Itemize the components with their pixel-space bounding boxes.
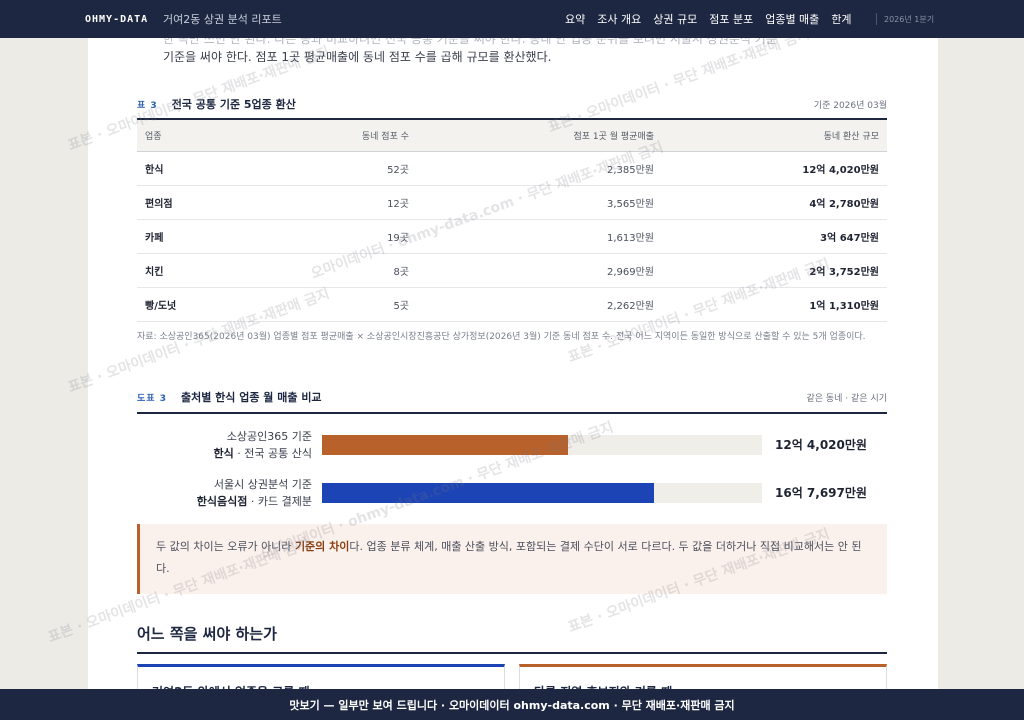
column-header-store-count: 동네 점포 수 <box>267 119 417 152</box>
bar-label: 소상공인365 기준 한식 · 전국 공통 산식 <box>214 428 312 462</box>
figure-3-title: 출처별 한식 업종 월 매출 비교 <box>180 391 322 404</box>
cell-store-count: 5곳 <box>267 287 417 322</box>
bar-track <box>322 483 762 503</box>
table-row: 빵/도넛 5곳 2,262만원 1억 1,310만원 <box>137 287 887 322</box>
cell-industry: 빵/도넛 <box>137 287 267 322</box>
cell-avg-sales: 3,565만원 <box>417 185 662 220</box>
cell-industry: 카페 <box>137 219 267 254</box>
table-3-title: 전국 공통 기준 5업종 환산 <box>171 98 296 111</box>
table-row: 카페 19곳 1,613만원 3억 647만원 <box>137 219 887 254</box>
cell-store-count: 8곳 <box>267 253 417 288</box>
cell-avg-sales: 2,969만원 <box>417 253 662 288</box>
bar-value-label: 12억 4,020만원 <box>775 438 867 452</box>
callout-emphasis: 기준의 차이 <box>294 540 350 553</box>
section-heading: 어느 쪽을 써야 하는가 <box>137 625 277 643</box>
cell-industry: 치킨 <box>137 253 267 288</box>
nav-divider <box>876 13 877 25</box>
bar-source-label: 서울시 상권분석 기준 <box>213 478 312 491</box>
scenario-card-within-dong[interactable]: 거여2동 안에서 업종을 고를 때 <box>137 664 505 689</box>
report-page: 한 쪽만 쓰면 안 된다. 다른 동과 비교하려면 전국 공통 기준을 써야 한… <box>88 38 938 689</box>
cell-total-size: 3억 647만원 <box>662 219 887 254</box>
table-row: 한식 52곳 2,385만원 12억 4,020만원 <box>137 151 887 186</box>
cell-store-count: 19곳 <box>267 219 417 254</box>
table-3-meta: 기준 2026년 03월 <box>813 101 887 111</box>
cell-total-size: 1억 1,310만원 <box>662 287 887 322</box>
nav-link-market-size[interactable]: 상권 규모 <box>653 11 697 27</box>
nav-link-sales-by-industry[interactable]: 업종별 매출 <box>765 11 819 27</box>
cell-industry: 편의점 <box>137 185 267 220</box>
nav-link-limitations[interactable]: 한계 <box>831 11 851 27</box>
nav-link-summary[interactable]: 요약 <box>565 11 585 27</box>
bar-source-label: 소상공인365 기준 <box>226 430 312 443</box>
main-nav: 요약 조사 개요 상권 규모 점포 분포 업종별 매출 한계 <box>565 11 852 27</box>
note-callout: 두 값의 차이는 오류가 아니라 기준의 차이다. 업종 분류 체계, 매출 산… <box>137 524 887 594</box>
section-rule <box>137 652 887 654</box>
callout-text-pre: 두 값의 차이는 오류가 아니라 <box>156 540 295 553</box>
cell-store-count: 12곳 <box>267 185 417 220</box>
bar-track <box>322 435 762 455</box>
table-3-tag: 표 3 <box>137 101 158 111</box>
bar-method-label: · 전국 공통 산식 <box>233 447 312 460</box>
bar-category-label: 한식음식점 <box>196 495 248 508</box>
bar-category-label: 한식 <box>213 447 234 460</box>
nav-link-store-distribution[interactable]: 점포 분포 <box>709 11 753 27</box>
cell-avg-sales: 1,613만원 <box>417 219 662 254</box>
preview-footer-banner: 맛보기 — 일부만 보여 드립니다 · 오마이데이터 ohmy-data.com… <box>0 689 1024 720</box>
bar-fill <box>322 483 655 503</box>
table-3-source-note: 자료: 소상공인365(2026년 03월) 업종별 점포 평균매출 × 소상공… <box>137 332 866 342</box>
column-header-avg-sales: 점포 1곳 월 평균매출 <box>417 119 662 152</box>
table-3: 업종 동네 점포 수 점포 1곳 월 평균매출 동네 환산 규모 한식 52곳 … <box>137 118 887 322</box>
column-header-industry: 업종 <box>137 119 267 152</box>
brand-logo[interactable]: OHMY-DATA <box>85 14 148 25</box>
bar-value-label: 16억 7,697만원 <box>775 486 867 500</box>
top-navigation-bar: OHMY-DATA 거여2동 상권 분석 리포트 요약 조사 개요 상권 규모 … <box>0 0 1024 38</box>
intro-paragraph: 기준을 써야 한다. 점포 1곳 평균매출에 동네 점포 수를 곱해 규모를 환… <box>163 50 552 64</box>
column-header-total-size: 동네 환산 규모 <box>662 119 887 152</box>
cell-avg-sales: 2,385만원 <box>417 151 662 186</box>
cell-total-size: 2억 3,752만원 <box>662 253 887 288</box>
scenario-card-other-region[interactable]: 다른 지역 후보지와 겨룰 때 <box>519 664 887 689</box>
cell-store-count: 52곳 <box>267 151 417 186</box>
cell-industry: 한식 <box>137 151 267 186</box>
intro-line-top: 한 쪽만 쓰면 안 된다. 다른 동과 비교하려면 전국 공통 기준을 써야 한… <box>163 38 777 46</box>
figure-3-header: 도표 3 출처별 한식 업종 월 매출 비교 같은 동네 · 같은 시기 <box>137 389 887 405</box>
figure-3-meta: 같은 동네 · 같은 시기 <box>806 394 887 404</box>
cell-avg-sales: 2,262만원 <box>417 287 662 322</box>
cell-total-size: 12억 4,020만원 <box>662 151 887 186</box>
table-row: 치킨 8곳 2,969만원 2억 3,752만원 <box>137 253 887 288</box>
cell-total-size: 4억 2,780만원 <box>662 185 887 220</box>
document-title: 거여2동 상권 분석 리포트 <box>163 13 282 26</box>
bar-fill <box>322 435 568 455</box>
bar-label: 서울시 상권분석 기준 한식음식점 · 카드 결제분 <box>197 476 312 510</box>
table-header-row: 업종 동네 점포 수 점포 1곳 월 평균매출 동네 환산 규모 <box>137 119 887 152</box>
figure-3-rule <box>137 412 887 414</box>
bar-row: 소상공인365 기준 한식 · 전국 공통 산식 12억 4,020만원 <box>137 426 887 466</box>
nav-link-survey-overview[interactable]: 조사 개요 <box>597 11 641 27</box>
bar-method-label: · 카드 결제분 <box>247 495 312 508</box>
issue-label: 2026년 1분기 <box>884 14 935 24</box>
bar-row: 서울시 상권분석 기준 한식음식점 · 카드 결제분 16억 7,697만원 <box>137 474 887 514</box>
table-3-header: 표 3 전국 공통 기준 5업종 환산 기준 2026년 03월 <box>137 96 887 112</box>
figure-3-tag: 도표 3 <box>137 394 167 404</box>
table-row: 편의점 12곳 3,565만원 4억 2,780만원 <box>137 185 887 220</box>
